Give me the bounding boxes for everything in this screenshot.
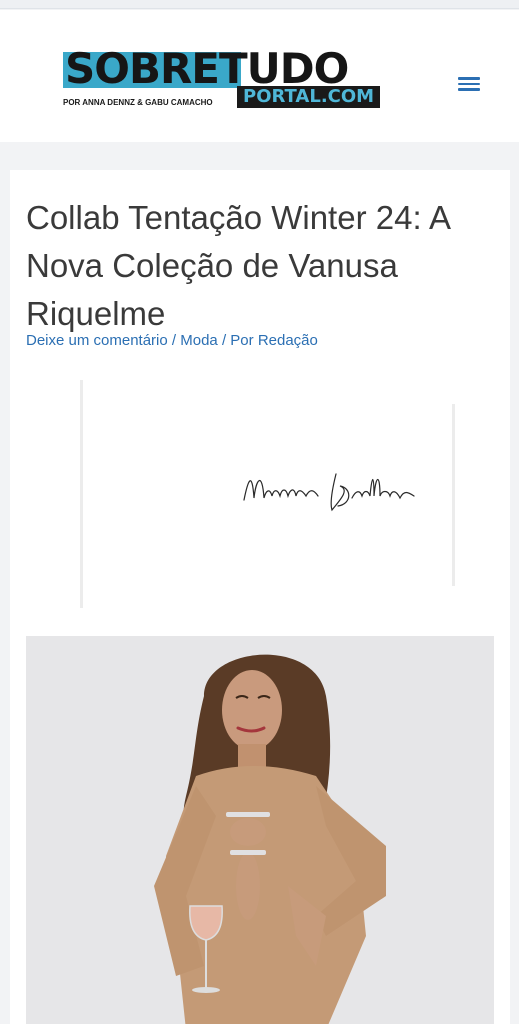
article-card: Collab Tentação Winter 24: A Nova Coleçã… xyxy=(10,170,510,1024)
article-title: Collab Tentação Winter 24: A Nova Coleçã… xyxy=(26,199,450,332)
author-link[interactable]: Redação xyxy=(258,332,318,349)
comment-link[interactable]: Deixe um comentário xyxy=(26,332,168,349)
category-link[interactable]: Moda xyxy=(180,332,218,349)
banner-divider-right xyxy=(452,404,455,586)
signature-banner xyxy=(80,380,455,610)
site-header: SOBRETUDO PORTAL.COM POR ANNA DENNZ & GA… xyxy=(0,10,519,142)
top-browser-strip xyxy=(0,0,519,9)
logo-portal-label: PORTAL.COM xyxy=(237,86,381,108)
signature-image xyxy=(243,473,415,512)
hamburger-menu-icon[interactable] xyxy=(458,74,482,94)
site-logo[interactable]: SOBRETUDO PORTAL.COM POR ANNA DENNZ & GA… xyxy=(63,42,383,122)
banner-divider-left xyxy=(80,380,83,608)
logo-byline: POR ANNA DENNZ & GABU CAMACHO xyxy=(63,98,213,107)
article-meta: Deixe um comentário / Moda / Por Redação xyxy=(26,332,318,349)
featured-photo xyxy=(26,636,494,1024)
author-prefix: Por xyxy=(230,332,258,349)
meta-separator: / xyxy=(171,332,181,349)
